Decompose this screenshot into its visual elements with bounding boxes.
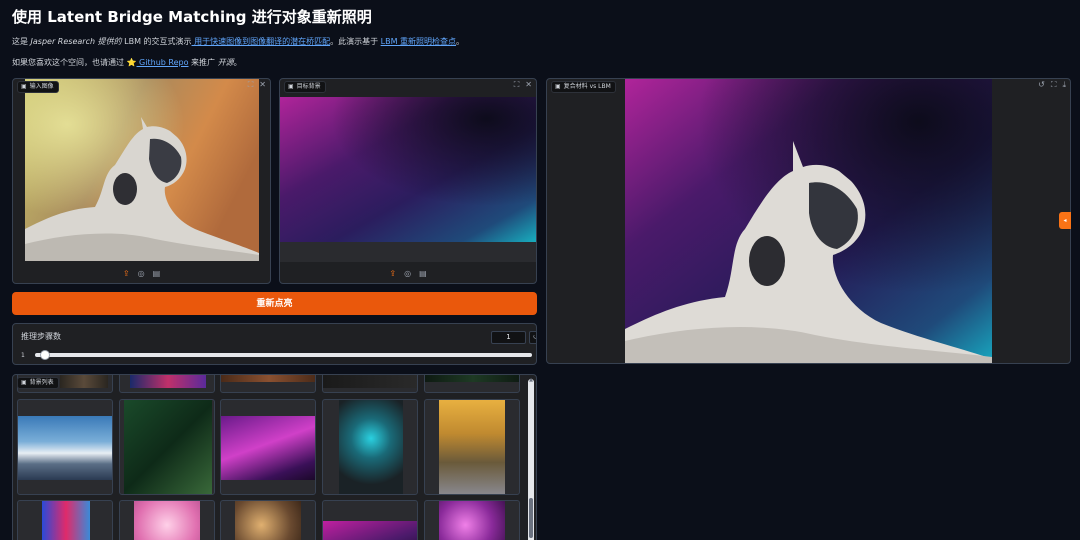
description-line-1: 这是 Jasper Research 提供的 LBM 的交互式演示 用于快速图像… [12, 37, 465, 46]
gallery-thumbnail [439, 400, 505, 494]
gallery-thumbnail [42, 501, 90, 540]
target-tools: ⛶ ✕ [514, 80, 532, 90]
result-tag: ▣ 复合材料 vs LBM [551, 81, 616, 93]
gallery-item[interactable] [322, 375, 418, 393]
image-icon: ▣ [21, 83, 27, 90]
fullscreen-icon[interactable]: ⛶ [1051, 80, 1057, 90]
gallery-item[interactable] [119, 399, 215, 495]
webcam-icon[interactable]: ◎ [138, 269, 145, 278]
star-icon: ⭐ [126, 58, 137, 67]
image-icon: ▣ [21, 379, 27, 386]
gallery-item[interactable] [17, 500, 113, 540]
target-footer-icons: ⇪ ◎ ▤ [280, 269, 536, 278]
gallery-thumbnail [323, 375, 417, 388]
input-tools: ⛶ ✕ [248, 80, 266, 90]
gallery-item[interactable] [220, 375, 316, 393]
gallery-item[interactable] [424, 500, 520, 540]
gallery-item[interactable] [424, 375, 520, 393]
download-icon[interactable]: ⤓ [1062, 80, 1066, 90]
image-icon: ▣ [555, 83, 561, 90]
undo-icon[interactable]: ↺ [1038, 80, 1045, 90]
background-gallery-panel: ▣ 背景列表 ▲ [12, 374, 537, 540]
target-empty-area [280, 242, 536, 262]
page-title: 使用 Latent Bridge Matching 进行对象重新照明 [12, 8, 372, 26]
gallery-thumbnail [124, 400, 212, 494]
webcam-icon[interactable]: ◎ [404, 269, 411, 278]
reset-icon[interactable]: ↺ [529, 331, 536, 344]
gallery-thumbnail [134, 501, 200, 540]
gallery-thumbnail [439, 501, 505, 540]
steps-slider-thumb[interactable] [40, 350, 50, 360]
gallery-thumbnail [18, 416, 112, 480]
input-image-tag: ▣ 输入图像 [17, 81, 59, 93]
nebula-photo[interactable] [280, 97, 537, 242]
gallery-item[interactable] [424, 399, 520, 495]
result-tools: ↺ ⛶ ⤓ [1038, 80, 1066, 90]
target-background-tag: ▣ 目标背景 [284, 81, 326, 93]
gallery-item[interactable] [322, 399, 418, 495]
monkey-photo[interactable] [25, 79, 259, 261]
side-panel-toggle[interactable]: ◂ [1059, 212, 1071, 229]
steps-number-input[interactable]: 1 [491, 331, 526, 344]
image-icon: ▣ [288, 83, 294, 90]
gallery-thumbnail [130, 375, 206, 388]
description-line-2: 如果您喜欢这个空间，也请通过 ⭐ Github Repo 来推广 开源。 [12, 58, 242, 67]
clipboard-icon[interactable]: ▤ [153, 269, 161, 278]
gallery-item[interactable] [322, 500, 418, 540]
gallery-item[interactable] [220, 500, 316, 540]
upload-icon[interactable]: ⇪ [123, 269, 130, 278]
relight-button[interactable]: 重新点亮 [12, 292, 537, 315]
close-icon[interactable]: ✕ [259, 80, 266, 90]
gallery-item[interactable] [119, 500, 215, 540]
gallery-scrollbar-thumb[interactable] [529, 498, 533, 538]
input-footer-icons: ⇪ ◎ ▤ [13, 269, 270, 278]
gallery-tag: ▣ 背景列表 [17, 377, 59, 389]
gallery-thumbnail [339, 400, 403, 494]
fullscreen-icon[interactable]: ⛶ [248, 80, 254, 90]
steps-slider-panel: 推理步骤数 1 ↺ 1 4 [12, 323, 537, 365]
gallery-thumbnail [235, 501, 301, 540]
steps-slider-track[interactable] [35, 353, 532, 357]
gallery-item[interactable] [119, 375, 215, 393]
result-composite-image[interactable] [625, 79, 992, 364]
gallery-thumbnail [323, 521, 417, 540]
close-icon[interactable]: ✕ [525, 80, 532, 90]
paper-link[interactable]: 用于快速图像到图像翻译的潜在桥匹配 [192, 37, 330, 46]
gallery-thumbnail [221, 375, 315, 382]
checkpoint-link[interactable]: LBM 重新照明检查点 [381, 37, 456, 46]
github-link[interactable]: Github Repo [137, 58, 188, 67]
gallery-item[interactable] [220, 399, 316, 495]
clipboard-icon[interactable]: ▤ [419, 269, 427, 278]
target-background-panel[interactable]: ▣ 目标背景 ⛶ ✕ ⇪ ◎ ▤ [279, 78, 537, 284]
result-panel[interactable]: ▣ 复合材料 vs LBM ↺ ⛶ ⤓ [546, 78, 1071, 364]
input-image-panel[interactable]: ▣ 输入图像 ⛶ ✕ ⇪ ◎ ▤ [12, 78, 271, 284]
scroll-up-icon[interactable]: ▲ [528, 377, 534, 383]
fullscreen-icon[interactable]: ⛶ [514, 80, 520, 90]
gallery-thumbnail [425, 375, 519, 382]
gallery-thumbnail [60, 375, 108, 388]
gallery-item[interactable] [17, 399, 113, 495]
gallery-thumbnail [221, 416, 315, 480]
upload-icon[interactable]: ⇪ [389, 269, 396, 278]
steps-slider-label: 推理步骤数 [21, 332, 61, 341]
slider-min-label: 1 [21, 352, 25, 359]
